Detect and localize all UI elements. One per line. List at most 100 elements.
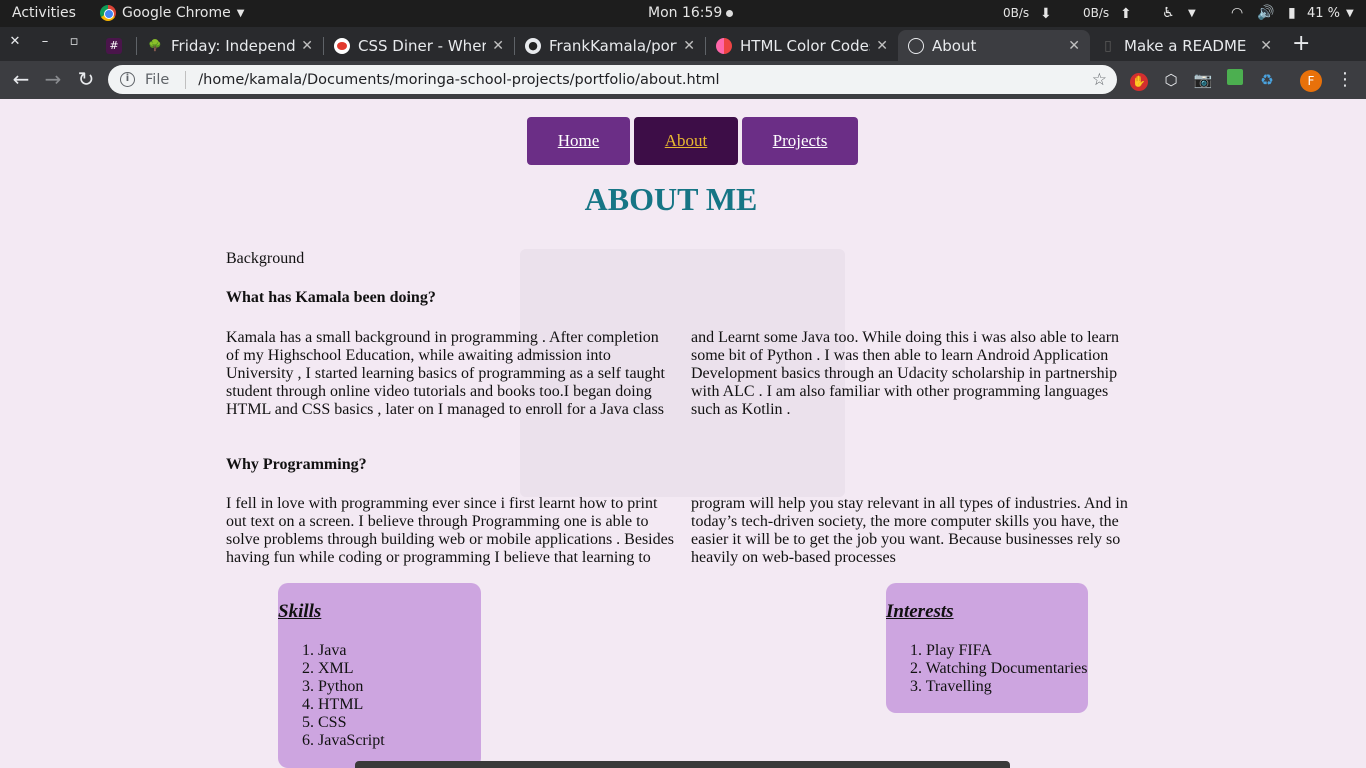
document-icon: ▯ [1104,37,1112,54]
interests-list: 1. Play FIFA 2. Watching Documentaries 3… [910,642,1087,696]
camera-extension-icon[interactable]: 📷 [1192,69,1214,91]
accessibility-icon[interactable]: ♿ [1162,5,1175,21]
battery-level: 41 % [1307,6,1341,21]
profile-avatar[interactable]: F [1300,69,1322,92]
address-bar[interactable]: i File /home/kamala/Documents/moringa-sc… [108,65,1117,94]
upload-arrow-icon: ⬆ [1120,6,1132,22]
browser-toolbar: ← → ↻ i File /home/kamala/Documents/mori… [0,61,1366,99]
text-line: and Learnt some Java too. While doing th… [691,329,1120,346]
tab-css-diner[interactable]: CSS Diner - Where we feast ✕ [324,30,514,61]
maximize-window-icon[interactable]: ▫ [66,34,82,49]
section-heading-why: Why Programming? [226,456,367,473]
paragraph-why-col2: program will help you stay relevant in a… [691,495,1128,567]
close-tab-icon[interactable]: ✕ [876,38,888,54]
text-line: heavily on web-based processes [691,549,896,566]
app-menu[interactable]: Google Chrome ▼ [100,5,244,21]
chevron-down-icon[interactable]: ▼ [1346,8,1354,19]
text-line: I fell in love with programming ever sin… [226,495,658,512]
tab-title: FrankKamala/portfolio [549,36,677,55]
profile-initial: F [1300,70,1322,92]
chevron-down-icon: ▼ [236,7,245,19]
list-item: 3. Travelling [910,678,992,695]
battery-icon[interactable]: ▮ [1288,5,1296,21]
skills-card: Skills 1. Java 2. XML 3. Python 4. HTML … [278,583,481,768]
recycle-extension-icon[interactable]: ♻ [1256,69,1278,91]
clock[interactable]: Mon 16:59 [648,5,734,21]
text-line: having fun while coding or programming I… [226,549,651,566]
nav-home-link[interactable]: Home [527,117,630,165]
slack-icon: # [106,37,122,54]
minimize-window-icon[interactable]: – [37,34,53,49]
back-icon[interactable]: ← [10,68,32,90]
close-tab-icon[interactable]: ✕ [1260,38,1272,54]
text-line: solve problems through building web or m… [226,531,674,548]
adblock-extension-icon[interactable]: ✋ [1128,69,1150,91]
info-icon[interactable]: i [120,72,135,87]
background-label: Background [226,250,305,267]
bottom-window-edge [355,761,1010,768]
list-item: 4. HTML [302,696,364,713]
close-tab-icon[interactable]: ✕ [301,38,313,54]
tab-strip: ✕ – ▫ # 🌳 Friday: Independence ✕ CSS Din… [0,27,1366,61]
page-title: ABOUT ME [584,181,758,217]
menu-dots-icon[interactable]: ⋮ [1334,69,1356,91]
url-text[interactable]: /home/kamala/Documents/moringa-school-pr… [198,72,1091,88]
list-item: 1. Play FIFA [910,642,992,659]
paragraph-why-col1: I fell in love with programming ever sin… [226,495,674,567]
tab-title: Friday: Independence [171,36,296,55]
text-line: student through online video tutorials a… [226,383,652,400]
chrome-logo-icon [100,5,116,21]
omnibox-divider [185,70,187,89]
text-line: such as Kotlin . [691,401,791,418]
tab-title: HTML Color Codes [740,36,871,55]
color-codes-icon [716,37,732,54]
close-window-icon[interactable]: ✕ [7,34,23,49]
system-top-bar: Activities Google Chrome ▼ Mon 16:59 0B/… [0,0,1366,27]
activities-button[interactable]: Activities [12,5,76,21]
globe-icon [908,37,924,54]
wifi-icon[interactable]: ◠ [1231,5,1243,21]
tab-make-a-readme[interactable]: ▯ Make a README ✕ [1090,30,1282,61]
list-item: 5. CSS [302,714,347,731]
section-heading-what: What has Kamala been doing? [226,289,436,306]
volume-icon[interactable]: 🔊 [1257,5,1274,21]
nav-about-link[interactable]: About [634,117,738,165]
new-tab-button[interactable]: + [1292,31,1310,56]
tab-title: CSS Diner - Where we feast [358,36,487,55]
text-line: University , I started learning basics o… [226,365,665,382]
text-line: out text on a screen. I believe through … [226,513,649,530]
text-line: some bit of Python . I was then able to … [691,347,1109,364]
list-item: 6. JavaScript [302,732,385,749]
text-line: Kamala has a small background in program… [226,329,659,346]
text-line: Development basics through an Udacity sc… [691,365,1118,382]
list-item: 2. Watching Documentaries [910,660,1088,677]
interests-card: Interests 1. Play FIFA 2. Watching Docum… [886,583,1088,713]
image-extension-icon[interactable] [1224,69,1246,91]
github-icon: ● [525,37,541,54]
net-down-speed: 0B/s [1003,6,1030,20]
close-tab-icon[interactable]: ✕ [492,38,504,54]
notification-dot-icon [726,9,734,17]
app-name: Google Chrome [122,5,231,21]
tab-friday[interactable]: 🌳 Friday: Independence ✕ [137,30,323,61]
css-diner-icon [334,37,350,54]
close-tab-icon[interactable]: ✕ [683,38,695,54]
tab-github[interactable]: ● FrankKamala/portfolio ✕ [515,30,705,61]
paragraph-what-col1: Kamala has a small background in program… [226,329,665,419]
close-tab-icon[interactable]: ✕ [1068,38,1080,54]
net-up-speed: 0B/s [1083,6,1110,20]
tab-pinned-slack[interactable]: # [100,30,130,61]
chevron-down-icon[interactable]: ▼ [1188,8,1196,19]
bookmark-star-icon[interactable]: ☆ [1092,70,1107,90]
nav-projects-link[interactable]: Projects [742,117,858,165]
tab-html-color-codes[interactable]: HTML Color Codes ✕ [706,30,898,61]
reload-icon[interactable]: ↻ [75,68,97,90]
cube-extension-icon[interactable]: ⬡ [1160,69,1182,91]
list-item: 3. Python [302,678,364,695]
text-line: with ALC . I am also familiar with other… [691,383,1109,400]
forward-icon[interactable]: → [42,68,64,90]
skills-list: 1. Java 2. XML 3. Python 4. HTML 5. CSS … [302,642,385,750]
clock-text: Mon 16:59 [648,5,723,21]
tab-about[interactable]: About ✕ [898,30,1090,61]
list-item: 1. Java [302,642,347,659]
